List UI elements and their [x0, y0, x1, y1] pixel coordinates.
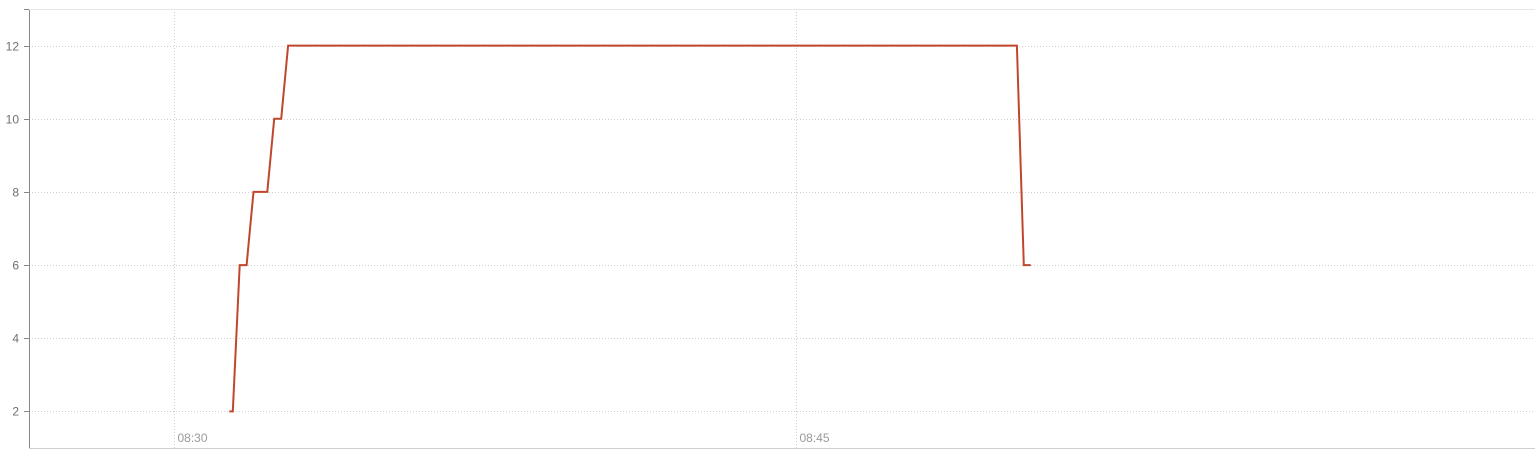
series-layer [229, 44, 1031, 413]
x-tick-label: 08:30 [178, 431, 208, 445]
y-tick-label: 10 [6, 113, 20, 127]
x-tick-label: 08:45 [800, 431, 830, 445]
grid [29, 9, 1535, 448]
y-tick-label: 12 [6, 40, 20, 54]
y-tick-label: 8 [12, 186, 19, 200]
series-line [229, 44, 1031, 413]
y-tick-label: 2 [12, 405, 19, 419]
y-tick-label: 6 [12, 259, 19, 273]
x-axis-ticks: 08:30 08:45 [178, 431, 830, 445]
line-chart: 2 4 6 8 10 12 08:30 08:45 [0, 0, 1535, 449]
y-axis-ticks: 2 4 6 8 10 12 [6, 40, 20, 419]
y-tick-label: 4 [12, 332, 19, 346]
chart-canvas: 2 4 6 8 10 12 08:30 08:45 [6, 9, 1535, 449]
